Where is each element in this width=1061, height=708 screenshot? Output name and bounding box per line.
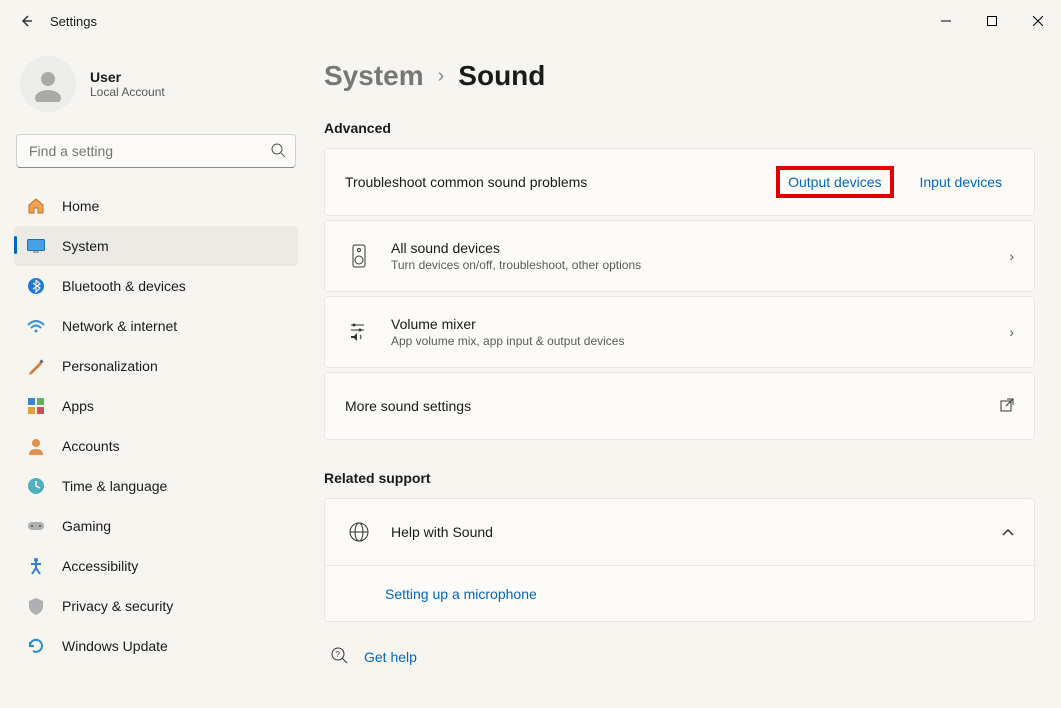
subrow-mic-setup[interactable]: Setting up a microphone — [325, 565, 1034, 621]
user-account-type: Local Account — [90, 85, 165, 99]
sidebar: User Local Account Home System Bluetooth… — [0, 42, 310, 708]
nav-label: Personalization — [62, 358, 158, 374]
help-icon: ? — [330, 646, 348, 667]
nav-time[interactable]: Time & language — [14, 466, 298, 506]
time-icon — [26, 477, 46, 495]
card-all-devices[interactable]: All sound devices Turn devices on/off, t… — [324, 220, 1035, 292]
row-subtitle: App volume mix, app input & output devic… — [391, 334, 1001, 348]
titlebar: Settings — [0, 0, 1061, 42]
card-help-sound: Help with Sound Setting up a microphone — [324, 498, 1035, 622]
avatar — [20, 56, 76, 112]
row-title: Help with Sound — [391, 524, 994, 540]
nav-home[interactable]: Home — [14, 186, 298, 226]
update-icon — [26, 637, 46, 655]
personalization-icon — [26, 357, 46, 375]
close-button[interactable] — [1015, 5, 1061, 37]
minimize-button[interactable] — [923, 5, 969, 37]
nav-label: Privacy & security — [62, 598, 173, 614]
nav: Home System Bluetooth & devices Network … — [14, 186, 298, 666]
home-icon — [26, 197, 46, 215]
nav-label: System — [62, 238, 109, 254]
nav-label: Home — [62, 198, 99, 214]
nav-network[interactable]: Network & internet — [14, 306, 298, 346]
link-output-devices[interactable]: Output devices — [788, 174, 881, 190]
card-volume-mixer[interactable]: Volume mixer App volume mix, app input &… — [324, 296, 1035, 368]
nav-label: Network & internet — [62, 318, 177, 334]
nav-update[interactable]: Windows Update — [14, 626, 298, 666]
nav-bluetooth[interactable]: Bluetooth & devices — [14, 266, 298, 306]
chevron-right-icon: › — [1009, 248, 1014, 264]
nav-accounts[interactable]: Accounts — [14, 426, 298, 466]
nav-label: Windows Update — [62, 638, 168, 654]
accessibility-icon — [26, 557, 46, 575]
user-name: User — [90, 69, 165, 85]
row-title: All sound devices — [391, 240, 1001, 256]
nav-apps[interactable]: Apps — [14, 386, 298, 426]
system-icon — [26, 239, 46, 253]
nav-gaming[interactable]: Gaming — [14, 506, 298, 546]
chevron-up-icon — [1002, 524, 1014, 540]
nav-label: Gaming — [62, 518, 111, 534]
nav-label: Time & language — [62, 478, 167, 494]
row-title: Troubleshoot common sound problems — [345, 174, 776, 190]
chevron-right-icon: › — [438, 65, 445, 88]
get-help-row[interactable]: ? Get help — [324, 646, 1035, 667]
maximize-button[interactable] — [969, 5, 1015, 37]
breadcrumb: System › Sound — [324, 60, 1035, 92]
section-related: Related support — [324, 470, 1035, 486]
link-get-help[interactable]: Get help — [364, 649, 417, 665]
link-setup-mic[interactable]: Setting up a microphone — [385, 586, 537, 602]
nav-personalization[interactable]: Personalization — [14, 346, 298, 386]
row-subtitle: Turn devices on/off, troubleshoot, other… — [391, 258, 1001, 272]
gaming-icon — [26, 519, 46, 533]
page-title: Sound — [458, 60, 545, 92]
nav-accessibility[interactable]: Accessibility — [14, 546, 298, 586]
svg-text:?: ? — [336, 650, 341, 659]
bluetooth-icon — [26, 277, 46, 295]
chevron-right-icon: › — [1009, 324, 1014, 340]
nav-system[interactable]: System — [14, 226, 298, 266]
row-title: More sound settings — [345, 398, 992, 414]
row-title: Volume mixer — [391, 316, 1001, 332]
search-icon — [270, 142, 286, 158]
content: System › Sound Advanced Troubleshoot com… — [310, 42, 1061, 708]
nav-label: Apps — [62, 398, 94, 414]
card-more-settings[interactable]: More sound settings — [324, 372, 1035, 440]
back-button[interactable] — [8, 3, 44, 39]
link-input-devices[interactable]: Input devices — [908, 168, 1015, 196]
back-arrow-icon — [18, 13, 34, 29]
accounts-icon — [26, 437, 46, 455]
open-external-icon — [1000, 398, 1014, 415]
row-help-sound[interactable]: Help with Sound — [325, 499, 1034, 565]
window-controls — [923, 5, 1061, 37]
privacy-icon — [26, 597, 46, 615]
user-avatar-icon — [30, 66, 66, 102]
globe-icon — [345, 522, 373, 542]
nav-label: Bluetooth & devices — [62, 278, 186, 294]
apps-icon — [26, 397, 46, 415]
devices-icon — [345, 244, 373, 268]
nav-label: Accessibility — [62, 558, 138, 574]
highlight-output-devices: Output devices — [776, 166, 893, 198]
nav-privacy[interactable]: Privacy & security — [14, 586, 298, 626]
search-input[interactable] — [16, 134, 296, 168]
card-troubleshoot: Troubleshoot common sound problems Outpu… — [324, 148, 1035, 216]
user-block[interactable]: User Local Account — [14, 50, 298, 130]
window-title: Settings — [50, 14, 97, 29]
breadcrumb-parent[interactable]: System — [324, 60, 424, 92]
search-wrap — [16, 134, 296, 168]
section-advanced: Advanced — [324, 120, 1035, 136]
network-icon — [26, 319, 46, 333]
nav-label: Accounts — [62, 438, 120, 454]
mixer-icon — [345, 323, 373, 341]
row-troubleshoot: Troubleshoot common sound problems Outpu… — [325, 149, 1034, 215]
